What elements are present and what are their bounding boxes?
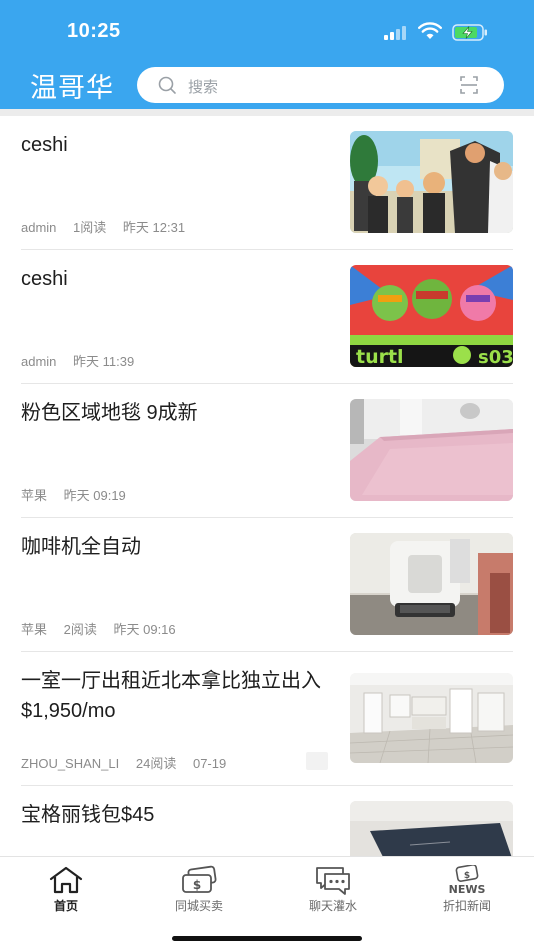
app-header: 10:25 温哥华 搜索	[0, 0, 534, 109]
feed-item-time: 07-19	[192, 756, 227, 771]
money-icon: $	[182, 865, 217, 893]
feed-item-thumbnail	[350, 533, 513, 635]
feed-item-title: ceshi	[21, 268, 68, 290]
city-selector[interactable]: 温哥华	[30, 66, 114, 105]
svg-text:turtl: turtl	[356, 346, 404, 367]
svg-text:s03: s03	[478, 347, 513, 367]
tab-home[interactable]: 首页	[11, 865, 121, 917]
home-icon	[49, 866, 83, 894]
feed-item[interactable]: 咖啡机全自动 苹果 2阅读 昨天 09:16	[21, 518, 513, 652]
chat-icon	[316, 867, 350, 895]
search-icon	[158, 76, 176, 94]
news-feed[interactable]: ceshi admin 1阅读 昨天 12:31 ceshi admin 昨天 …	[0, 116, 534, 856]
feed-item-time: 昨天 11:39	[73, 354, 135, 369]
tab-chat-label: 聊天灌水	[308, 899, 357, 913]
feed-item-meta: admin 1阅读 昨天 12:31	[21, 217, 198, 236]
feed-item-author: 苹果	[21, 488, 48, 503]
svg-text:$: $	[193, 878, 201, 892]
feed-item-reads: 24阅读	[135, 756, 177, 771]
scan-icon[interactable]	[459, 75, 479, 95]
feed-item-badge	[306, 752, 328, 770]
feed-item-time: 昨天 09:19	[63, 488, 126, 503]
cellular-signal-icon	[384, 24, 410, 40]
feed-item[interactable]: ceshi admin 1阅读 昨天 12:31	[21, 116, 513, 250]
feed-item-thumbnail	[350, 801, 513, 856]
feed-item-author: admin	[21, 354, 57, 369]
feed-item-title: ceshi	[21, 134, 68, 156]
feed-item-meta: admin 昨天 11:39	[21, 351, 147, 370]
search-placeholder: 搜索	[188, 79, 219, 96]
tab-news[interactable]: $ NEWS 折扣新闻	[412, 865, 522, 917]
feed-item-title: 咖啡机全自动	[21, 536, 141, 558]
feed-item-title: 宝格丽钱包$45	[21, 804, 155, 826]
feed-item-author: ZHOU_SHAN_LI	[21, 756, 120, 771]
feed-item-meta: ZHOU_SHAN_LI 24阅读 07-19	[21, 753, 239, 772]
feed-item-meta: 苹果 2阅读 昨天 09:16	[21, 619, 189, 638]
svg-text:$: $	[464, 871, 470, 881]
feed-item-meta: 苹果 昨天 09:19	[21, 485, 139, 504]
feed-item[interactable]: 一室一厅出租近北本拿比独立出入 $1,950/mo ZHOU_SHAN_LI 2…	[21, 652, 513, 786]
feed-item-thumbnail: turtl s03	[350, 265, 513, 367]
search-input[interactable]: 搜索	[137, 67, 504, 103]
feed-item-time: 昨天 12:31	[122, 220, 186, 235]
feed-item-thumbnail	[350, 399, 513, 501]
feed-item-author: 苹果	[21, 622, 48, 637]
feed-item-reads: 2阅读	[63, 622, 97, 637]
tab-home-label: 首页	[53, 899, 78, 913]
feed-item-title: 一室一厅出租近北本拿比独立出入 $1,950/mo	[21, 670, 321, 722]
svg-text:NEWS: NEWS	[449, 883, 486, 895]
news-icon: $ NEWS	[449, 865, 486, 895]
tab-local-market-label: 同城买卖	[174, 899, 223, 913]
feed-item-reads: 1阅读	[73, 220, 107, 235]
feed-item-title: 粉色区域地毯 9成新	[21, 402, 198, 424]
status-bar: 10:25	[0, 0, 534, 60]
feed-item[interactable]: ceshi admin 昨天 11:39 turtl s03	[21, 250, 513, 384]
feed-item-thumbnail	[350, 131, 513, 233]
feed-item-time: 昨天 09:16	[113, 622, 176, 637]
status-time: 10:25	[67, 20, 121, 42]
tab-local-market[interactable]: $ 同城买卖	[144, 865, 254, 917]
feed-item-thumbnail	[350, 673, 513, 763]
header-divider	[0, 109, 534, 116]
home-indicator	[172, 936, 362, 941]
battery-charging-icon	[452, 24, 487, 41]
wifi-icon	[418, 22, 442, 39]
feed-item[interactable]: 粉色区域地毯 9成新 苹果 昨天 09:19	[21, 384, 513, 518]
tab-news-label: 折扣新闻	[442, 899, 491, 913]
feed-item[interactable]: 宝格丽钱包$45	[21, 786, 513, 856]
feed-item-author: admin	[21, 220, 57, 235]
tab-chat[interactable]: 聊天灌水	[278, 865, 388, 917]
